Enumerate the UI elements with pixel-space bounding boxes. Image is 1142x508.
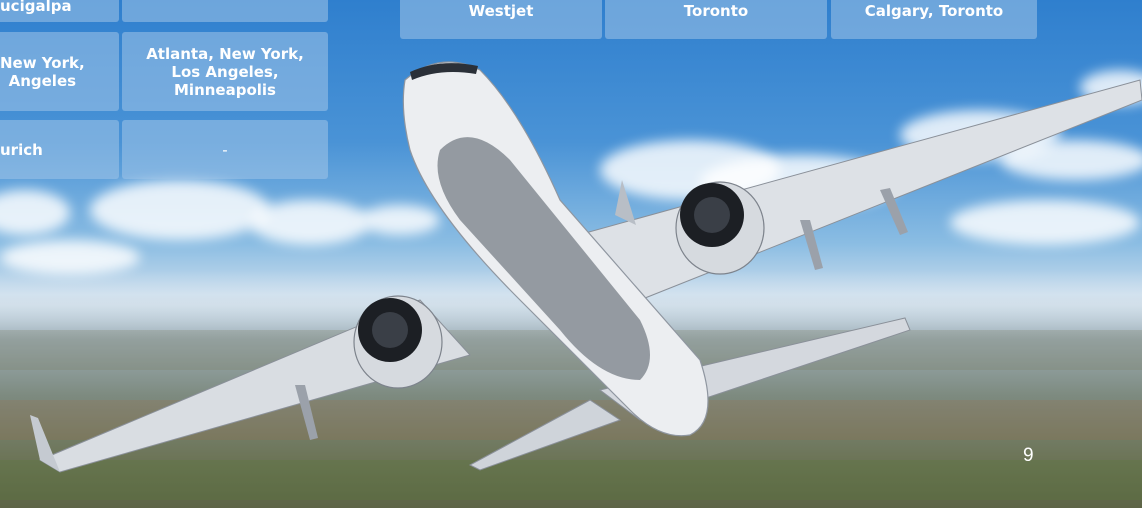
table-cell: ucigalpa [0, 0, 119, 22]
table-cell: New York, Angeles [0, 32, 119, 111]
table-cell: Atlanta, New York, Los Angeles, Minneapo… [122, 32, 328, 111]
engine-left [353, 295, 443, 389]
engine-right [675, 181, 765, 275]
page-number: 9 [1023, 445, 1034, 466]
table-cell: - [122, 120, 328, 179]
table-cell-cities: Calgary, Toronto [831, 0, 1037, 39]
table-cell-gateway: Toronto [605, 0, 827, 39]
table-cell-airline: Westjet [400, 0, 602, 39]
table-cell [122, 0, 328, 22]
table-cell: urich [0, 120, 119, 179]
